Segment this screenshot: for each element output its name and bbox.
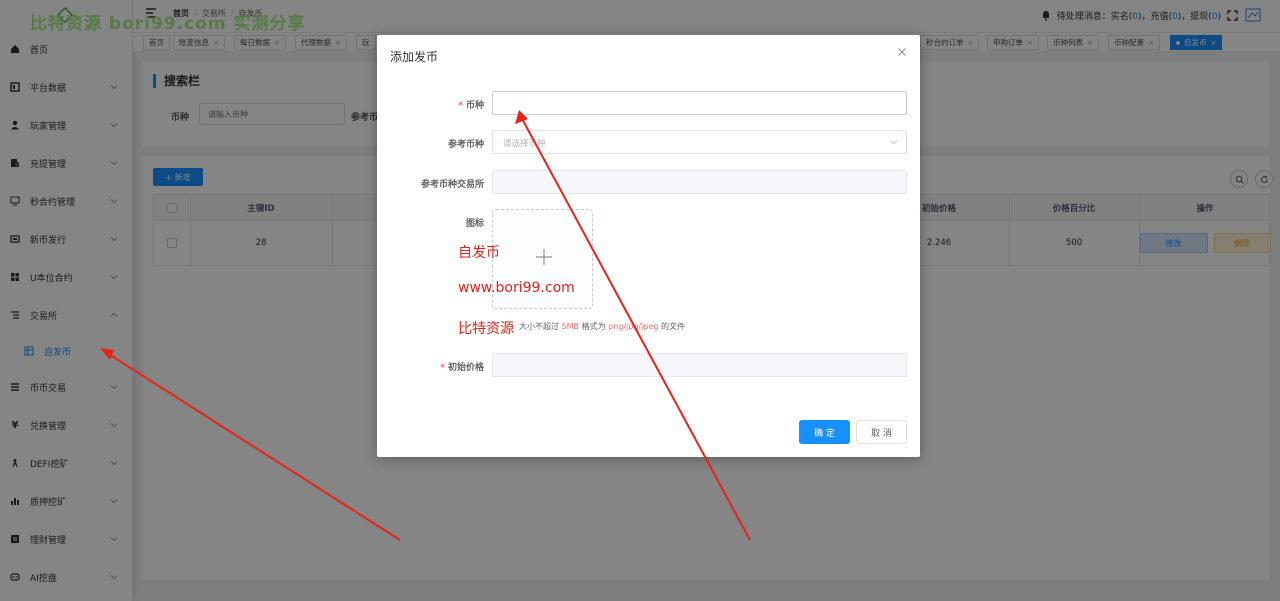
ref-coin-select[interactable]: 请选择币种 [492, 130, 907, 154]
dialog-title: 添加发币 [390, 50, 439, 64]
coin-input[interactable] [492, 91, 907, 115]
confirm-button[interactable]: 确 定 [799, 420, 850, 444]
watermark-text: 比特资源 [458, 321, 514, 337]
watermark-text: 自发币 [458, 245, 500, 261]
ref-coin-label: 参考币种 [447, 140, 484, 150]
close-icon[interactable] [897, 47, 907, 57]
watermark-text: www.bori99.com [458, 280, 575, 296]
plus-icon [536, 249, 552, 265]
init-price-field[interactable] [492, 353, 907, 377]
ref-coin-placeholder: 请选择币种 [503, 139, 546, 149]
ref-exchange-label: 参考币种交易所 [420, 180, 484, 190]
upload-hint: 大小不超过 5MB 格式为 png/jpg/jpeg 的文件 [519, 322, 685, 331]
cancel-button[interactable]: 取 消 [856, 420, 907, 444]
ref-exchange-field [492, 170, 907, 194]
coin-label: * 币种 [458, 101, 484, 111]
chevron-down-icon [890, 140, 898, 145]
icon-label: 图标 [465, 219, 484, 229]
init-price-label: * 初始价格 [440, 363, 484, 373]
